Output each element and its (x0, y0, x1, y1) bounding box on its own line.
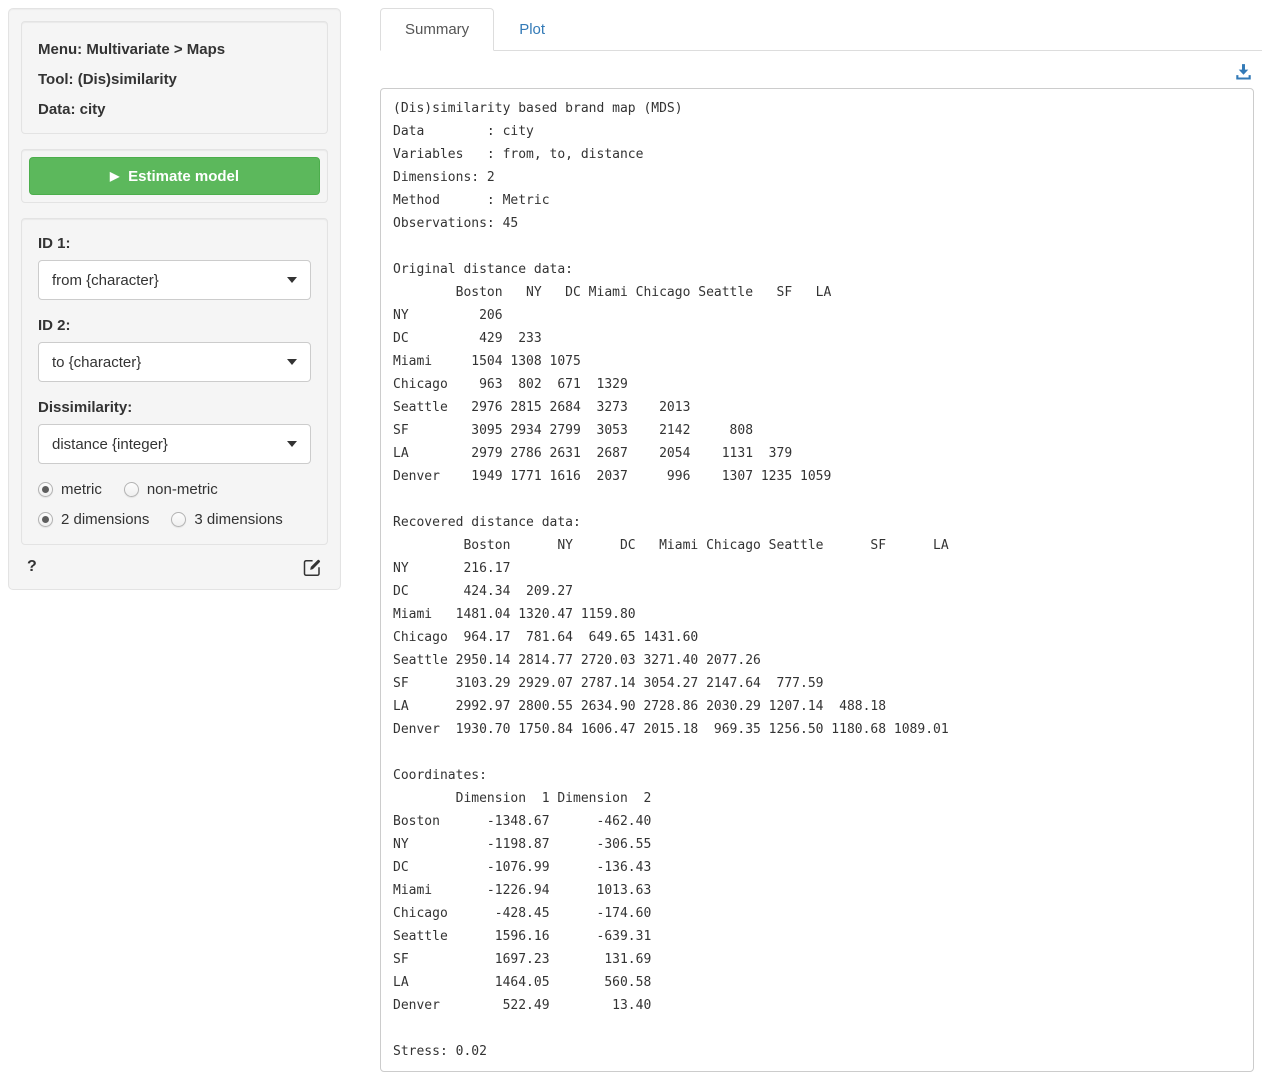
radio-3-dimensions-label: 3 dimensions (194, 511, 282, 528)
id2-select[interactable]: to {character} (38, 342, 311, 382)
dimensions-radio-group: 2 dimensions 3 dimensions (38, 511, 311, 528)
help-link[interactable]: ? (27, 558, 37, 576)
options-panel: ID 1: from {character} ID 2: to {charact… (21, 218, 328, 545)
menu-label: Menu: Multivariate > Maps (38, 41, 311, 58)
id1-select[interactable]: from {character} (38, 260, 311, 300)
toolbar (380, 51, 1262, 88)
download-button[interactable] (1235, 63, 1252, 80)
radio-non-metric-label: non-metric (147, 481, 218, 498)
radio-icon (124, 482, 139, 497)
summary-output: (Dis)similarity based brand map (MDS) Da… (380, 88, 1254, 1072)
radio-2-dimensions-label: 2 dimensions (61, 511, 149, 528)
tab-plot[interactable]: Plot (494, 8, 570, 51)
estimate-model-label: Estimate model (128, 168, 239, 185)
method-radio-group: metric non-metric (38, 481, 311, 498)
radio-3-dimensions[interactable]: 3 dimensions (171, 511, 282, 528)
radio-metric[interactable]: metric (38, 481, 102, 498)
sidebar-footer: ? (21, 545, 328, 577)
estimate-model-button[interactable]: ▶ Estimate model (29, 157, 320, 195)
dissimilarity-label: Dissimilarity: (38, 399, 311, 416)
edit-report-button[interactable] (302, 557, 322, 577)
radio-metric-label: metric (61, 481, 102, 498)
radio-icon (38, 512, 53, 527)
sidebar: Menu: Multivariate > Maps Tool: (Dis)sim… (8, 8, 341, 590)
id1-label: ID 1: (38, 235, 311, 252)
main-panel: Summary Plot (Dis)similarity based brand… (380, 8, 1262, 1072)
estimate-panel: ▶ Estimate model (21, 149, 328, 203)
chevron-down-icon (287, 441, 297, 447)
radio-non-metric[interactable]: non-metric (124, 481, 218, 498)
radio-icon (171, 512, 186, 527)
id1-selected-value: from {character} (52, 272, 159, 289)
radio-icon (38, 482, 53, 497)
dissimilarity-select[interactable]: distance {integer} (38, 424, 311, 464)
play-icon: ▶ (110, 170, 119, 182)
download-icon (1235, 63, 1252, 80)
data-label: Data: city (38, 101, 311, 118)
edit-icon (302, 557, 322, 577)
tab-summary[interactable]: Summary (380, 8, 494, 51)
model-info-panel: Menu: Multivariate > Maps Tool: (Dis)sim… (21, 21, 328, 134)
tool-label: Tool: (Dis)similarity (38, 71, 311, 88)
id2-label: ID 2: (38, 317, 311, 334)
tab-bar: Summary Plot (380, 8, 1262, 51)
chevron-down-icon (287, 277, 297, 283)
chevron-down-icon (287, 359, 297, 365)
dissimilarity-selected-value: distance {integer} (52, 436, 168, 453)
radio-2-dimensions[interactable]: 2 dimensions (38, 511, 149, 528)
id2-selected-value: to {character} (52, 354, 141, 371)
